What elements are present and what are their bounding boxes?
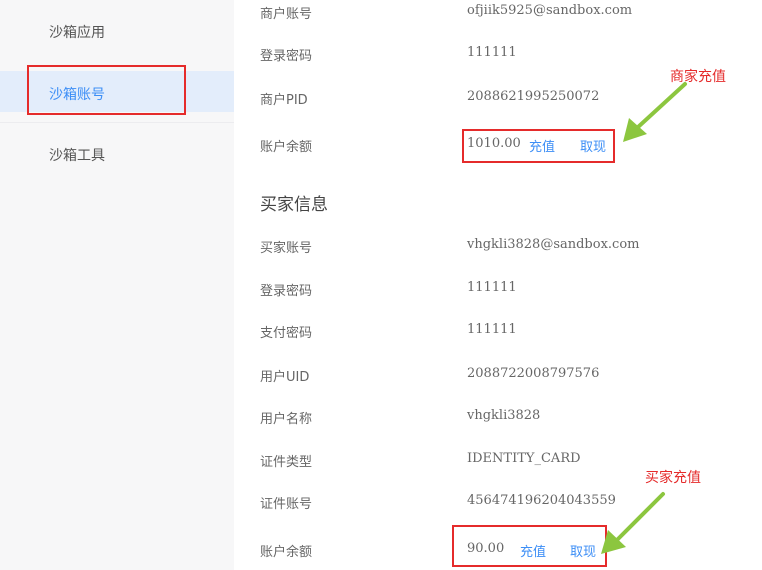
buyer-login-password-label: 登录密码 xyxy=(260,284,313,299)
highlight-box-sandbox-accounts xyxy=(27,65,186,115)
merchant-pid-label: 商户PID xyxy=(260,93,308,108)
merchant-password-label: 登录密码 xyxy=(260,49,313,64)
sidebar-divider xyxy=(0,122,234,123)
merchant-arrow-icon xyxy=(623,82,687,142)
buyer-section-title: 买家信息 xyxy=(260,195,328,215)
buyer-balance-label: 账户余额 xyxy=(260,545,313,560)
buyer-uid-value: 2088722008797576 xyxy=(467,366,600,381)
buyer-pay-password-label: 支付密码 xyxy=(260,326,313,341)
highlight-box-buyer-balance xyxy=(452,525,607,567)
buyer-recharge-annotation: 买家充值 xyxy=(645,470,701,486)
buyer-id-number-label: 证件账号 xyxy=(260,497,313,512)
buyer-username-label: 用户名称 xyxy=(260,412,313,427)
merchant-password-value: 111111 xyxy=(467,45,517,60)
buyer-arrow-icon xyxy=(601,492,665,554)
highlight-box-merchant-balance xyxy=(462,129,615,163)
sidebar-item-sandbox-apps[interactable]: 沙箱应用 xyxy=(0,22,234,44)
buyer-id-type-value: IDENTITY_CARD xyxy=(467,451,581,466)
buyer-uid-label: 用户UID xyxy=(260,370,310,385)
sidebar-item-label: 沙箱工具 xyxy=(49,148,105,164)
sidebar-item-sandbox-tools[interactable]: 沙箱工具 xyxy=(0,145,234,167)
buyer-login-password-value: 111111 xyxy=(467,280,517,295)
buyer-id-number-value: 456474196204043559 xyxy=(467,493,616,508)
buyer-pay-password-value: 111111 xyxy=(467,322,517,337)
merchant-pid-value: 2088621995250072 xyxy=(467,89,600,104)
buyer-account-value: vhgkli3828@sandbox.com xyxy=(467,237,640,252)
merchant-account-value: ofjiik5925@sandbox.com xyxy=(467,3,633,18)
buyer-username-value: vhgkli3828 xyxy=(467,408,541,423)
merchant-balance-label: 账户余额 xyxy=(260,140,313,155)
buyer-id-type-label: 证件类型 xyxy=(260,455,313,470)
merchant-account-label: 商户账号 xyxy=(260,7,313,22)
sidebar-item-label: 沙箱应用 xyxy=(49,25,105,41)
buyer-account-label: 买家账号 xyxy=(260,241,313,256)
